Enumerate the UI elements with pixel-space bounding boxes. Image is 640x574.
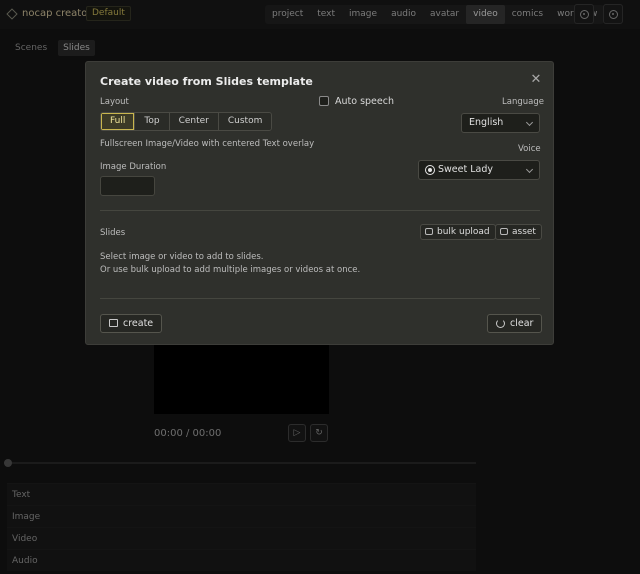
clear-label: clear <box>510 318 534 329</box>
create-video-modal: Create video from Slides template ✕ Layo… <box>85 61 554 345</box>
layout-center-button[interactable]: Center <box>169 113 219 130</box>
slides-label: Slides <box>100 228 126 238</box>
duration-input[interactable] <box>100 176 155 196</box>
close-button[interactable]: ✕ <box>529 73 543 87</box>
voice-icon <box>426 166 434 174</box>
asset-label: asset <box>512 227 536 237</box>
close-icon: ✕ <box>530 72 542 87</box>
chevron-down-icon <box>525 118 534 127</box>
upload-icon <box>425 228 433 235</box>
layout-description: Fullscreen Image/Video with centered Tex… <box>100 139 315 149</box>
duration-label: Image Duration <box>100 162 167 172</box>
voice-select[interactable]: Sweet Lady <box>418 160 540 180</box>
divider <box>100 210 540 211</box>
create-icon <box>109 319 118 327</box>
divider <box>100 298 540 299</box>
slides-hint-line2: Or use bulk upload to add multiple image… <box>100 265 361 275</box>
bulk-upload-label: bulk upload <box>437 227 490 237</box>
voice-value: Sweet Lady <box>438 164 494 175</box>
layout-label: Layout <box>100 97 129 107</box>
auto-speech-checkbox[interactable] <box>319 96 329 106</box>
bulk-upload-button[interactable]: bulk upload <box>420 224 496 240</box>
layout-selector: Full Top Center Custom <box>100 112 273 131</box>
layout-full-button[interactable]: Full <box>101 113 136 130</box>
create-button[interactable]: create <box>100 314 163 333</box>
language-select[interactable]: English <box>461 113 540 133</box>
language-value: English <box>469 117 504 128</box>
auto-speech-label[interactable]: Auto speech <box>335 96 394 107</box>
modal-title: Create video from Slides template <box>100 75 313 88</box>
clear-button[interactable]: clear <box>487 314 543 333</box>
language-label: Language <box>502 97 544 107</box>
folder-icon <box>500 228 508 235</box>
layout-top-button[interactable]: Top <box>135 113 170 130</box>
asset-button[interactable]: asset <box>495 224 542 240</box>
slides-hint-line1: Select image or video to add to slides. <box>100 252 264 262</box>
create-label: create <box>123 318 154 329</box>
clear-icon <box>496 319 505 328</box>
chevron-down-icon <box>525 165 534 174</box>
voice-label: Voice <box>518 144 541 154</box>
layout-custom-button[interactable]: Custom <box>218 113 272 130</box>
